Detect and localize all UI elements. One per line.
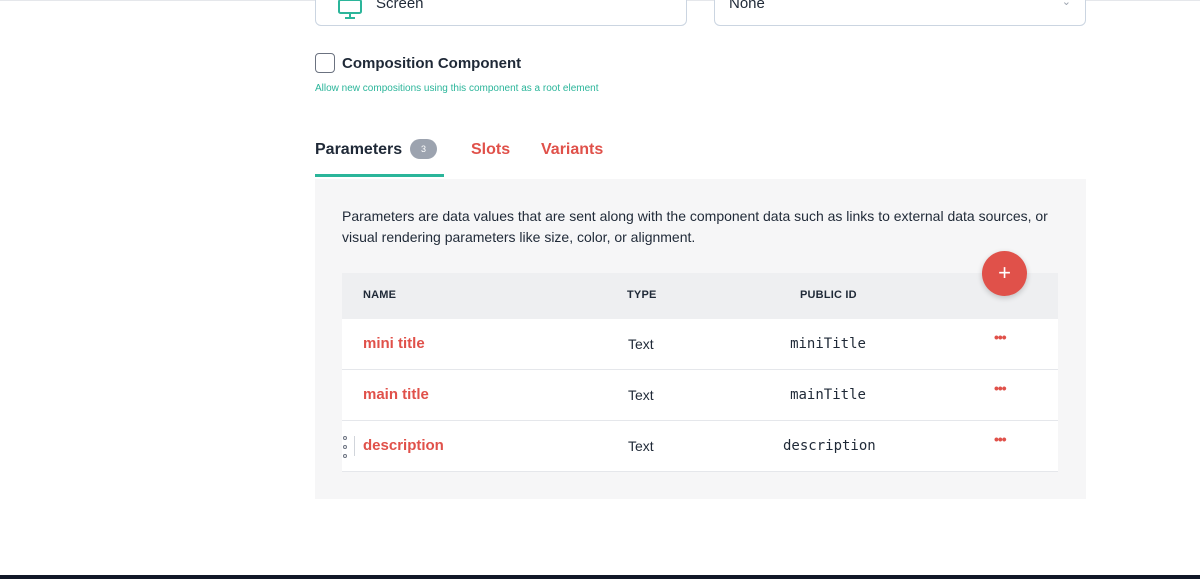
chevron-down-icon: ⌄ bbox=[1061, 0, 1071, 8]
column-header-type: TYPE bbox=[627, 289, 657, 301]
drag-separator bbox=[354, 436, 355, 456]
more-options-icon[interactable]: ••• bbox=[994, 380, 1007, 396]
more-options-icon[interactable]: ••• bbox=[994, 431, 1007, 447]
composition-component-label[interactable]: Composition Component bbox=[342, 55, 521, 72]
table-header: NAME TYPE PUBLIC ID bbox=[342, 273, 1058, 319]
composition-component-checkbox[interactable] bbox=[315, 53, 335, 73]
column-header-name: NAME bbox=[363, 289, 397, 301]
table-row[interactable]: main title Text mainTitle ••• bbox=[342, 370, 1058, 421]
screen-icon bbox=[338, 0, 362, 19]
tab-parameters[interactable]: Parameters bbox=[315, 141, 402, 159]
parameter-public-id: description bbox=[783, 438, 876, 454]
parameter-type: Text bbox=[628, 387, 654, 403]
component-type-value: Screen bbox=[376, 0, 424, 12]
column-header-public-id: PUBLIC ID bbox=[800, 289, 857, 301]
composition-component-help: Allow new compositions using this compon… bbox=[315, 83, 599, 94]
parameters-description: Parameters are data values that are sent… bbox=[342, 208, 1048, 245]
drag-handle-icon[interactable] bbox=[342, 436, 348, 458]
icon-select[interactable]: None ⌄ bbox=[714, 0, 1086, 26]
parameter-name-link[interactable]: mini title bbox=[363, 335, 425, 352]
component-type-select[interactable]: Screen bbox=[315, 0, 687, 26]
table-row[interactable]: description Text description ••• bbox=[342, 421, 1058, 472]
bottom-edge bbox=[0, 575, 1200, 579]
tab-slots[interactable]: Slots bbox=[471, 141, 510, 159]
more-options-icon[interactable]: ••• bbox=[994, 329, 1007, 345]
add-parameter-button[interactable]: + bbox=[982, 251, 1027, 296]
parameter-public-id: mainTitle bbox=[790, 387, 866, 403]
parameters-count-badge: 3 bbox=[410, 139, 437, 159]
table-row[interactable]: mini title Text miniTitle ••• bbox=[342, 319, 1058, 370]
parameters-panel: Parameters are data values that are sent… bbox=[315, 179, 1086, 499]
tab-parameters-label: Parameters bbox=[315, 141, 403, 158]
tab-bar: Parameters 3 Slots Variants bbox=[315, 137, 1086, 179]
parameter-public-id: miniTitle bbox=[790, 336, 866, 352]
field-row: Screen None ⌄ bbox=[315, 0, 1086, 26]
tab-variants[interactable]: Variants bbox=[541, 141, 603, 159]
active-tab-indicator bbox=[315, 174, 444, 177]
parameter-name-link[interactable]: main title bbox=[363, 386, 429, 403]
parameter-type: Text bbox=[628, 438, 654, 454]
icon-select-value: None bbox=[729, 0, 765, 12]
parameter-name-link[interactable]: description bbox=[363, 437, 444, 454]
parameter-type: Text bbox=[628, 336, 654, 352]
